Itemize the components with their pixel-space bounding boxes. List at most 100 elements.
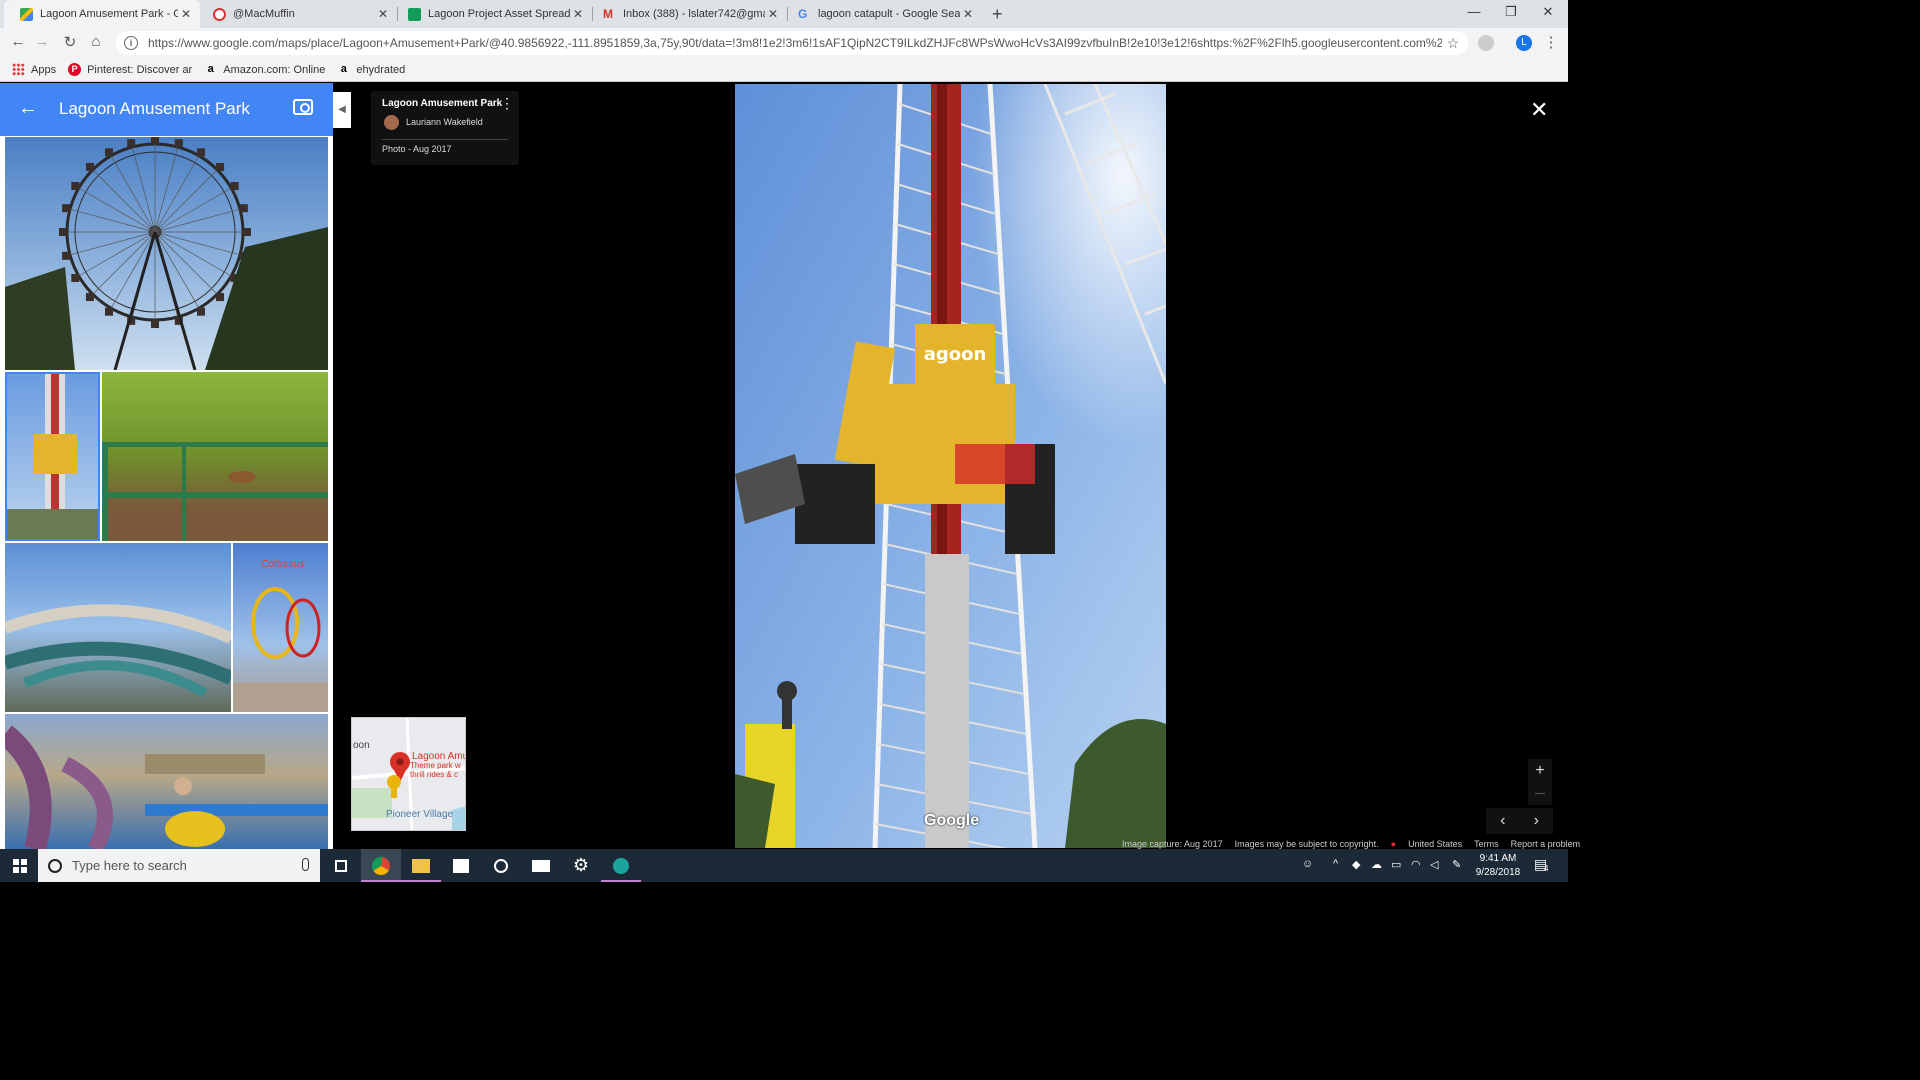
site-info-icon[interactable]: i xyxy=(124,36,138,50)
reload-icon[interactable]: ↻ xyxy=(60,33,80,51)
wifi-icon[interactable]: ◠ xyxy=(1411,858,1421,871)
clock-date: 9/28/2018 xyxy=(1475,867,1521,878)
taskbar-app[interactable] xyxy=(481,849,521,882)
search-placeholder: Type here to search xyxy=(72,858,187,873)
amazon-icon: a xyxy=(207,63,214,75)
apps-grid-icon xyxy=(12,63,25,76)
taskbar-settings[interactable]: ⚙ xyxy=(561,849,601,882)
home-icon[interactable]: ⌂ xyxy=(86,33,106,50)
windows-start-icon[interactable] xyxy=(13,859,27,873)
tab-title: Lagoon Amusement Park - Goog xyxy=(40,8,178,20)
main-photo-tower-ride[interactable]: agoon xyxy=(735,84,1166,848)
new-tab-button[interactable]: + xyxy=(992,4,1003,25)
google-icon: G xyxy=(798,6,808,21)
close-viewer-icon[interactable]: ✕ xyxy=(1530,97,1548,123)
minimize-icon[interactable]: — xyxy=(1464,4,1484,19)
bookmark-pinterest[interactable]: P Pinterest: Discover ar xyxy=(68,63,192,76)
extension-icon[interactable] xyxy=(1478,35,1494,51)
report-problem-link[interactable]: Report a problem xyxy=(1511,839,1581,849)
people-icon[interactable]: ☺ xyxy=(1302,858,1313,870)
volume-muted-icon[interactable]: ◁ xyxy=(1430,858,1438,871)
map-place-sub: thrill rides & c xyxy=(410,770,459,779)
collapse-panel-button[interactable]: ◀ xyxy=(333,92,351,128)
photo-date: Photo - Aug 2017 xyxy=(382,144,452,154)
close-tab-icon[interactable]: ✕ xyxy=(960,7,976,21)
notification-count: 4 xyxy=(1544,864,1549,873)
cloud-icon[interactable]: ☁ xyxy=(1371,858,1382,871)
google-logo-icon: ● xyxy=(1390,838,1397,849)
back-arrow-icon[interactable]: ← xyxy=(18,97,38,120)
map-footer: Image capture: Aug 2017 Images may be su… xyxy=(1122,838,1580,849)
store-icon xyxy=(453,858,469,873)
close-tab-icon[interactable]: ✕ xyxy=(178,7,194,21)
taskbar-app-teal[interactable] xyxy=(601,849,641,882)
photo-thumb-tower-selected[interactable] xyxy=(5,372,100,541)
microphone-icon[interactable] xyxy=(302,858,309,871)
svg-text:Colossus: Colossus xyxy=(261,559,305,570)
bookmark-ehydrated[interactable]: a ehydrated xyxy=(337,63,406,76)
map-village-label: Pioneer Village xyxy=(386,809,454,820)
photo-thumb-animal-enclosure[interactable] xyxy=(102,372,328,541)
next-photo-button[interactable]: › xyxy=(1520,808,1554,834)
previous-photo-button[interactable]: ‹ xyxy=(1486,808,1520,834)
tab-google-search[interactable]: G lagoon catapult - Google Search ✕ xyxy=(782,0,982,28)
taskbar-store[interactable] xyxy=(441,849,481,882)
more-options-icon[interactable]: ⋮ xyxy=(500,96,514,110)
address-bar[interactable]: i https://www.google.com/maps/place/Lago… xyxy=(116,31,1468,55)
menu-kebab-icon[interactable]: ⋮ xyxy=(1541,33,1561,51)
tab-lagoon-maps[interactable]: Lagoon Amusement Park - Goog ✕ xyxy=(4,0,200,28)
app-icon xyxy=(613,857,629,874)
place-name[interactable]: Lagoon Amusement Park xyxy=(382,98,502,109)
clock[interactable]: 9:41 AM 9/28/2018 xyxy=(1472,852,1524,880)
pinterest-icon: P xyxy=(68,63,82,76)
tab-spreadsheet[interactable]: Lagoon Project Asset Spreadshe ✕ xyxy=(392,0,592,28)
show-hidden-icons-icon[interactable]: ^ xyxy=(1333,858,1338,870)
profile-avatar[interactable]: L xyxy=(1516,35,1532,51)
zoom-in-button[interactable]: + xyxy=(1528,759,1552,782)
photo-thumb-octopus-ride[interactable] xyxy=(5,714,328,849)
tab-title: lagoon catapult - Google Search xyxy=(818,8,960,20)
terms-link[interactable]: Terms xyxy=(1474,839,1499,849)
photo-thumb-water-slides[interactable] xyxy=(5,543,231,712)
bookmarks-bar: Apps P Pinterest: Discover ar a Amazon.c… xyxy=(0,58,1568,82)
bookmark-apps[interactable]: Apps xyxy=(12,63,56,76)
mail-icon xyxy=(532,859,550,872)
minimap[interactable]: oon Lagoon Amu Theme park w thrill rides… xyxy=(351,717,466,831)
restore-icon[interactable]: ❐ xyxy=(1501,4,1521,20)
google-sheets-icon xyxy=(408,7,421,21)
region-link[interactable]: United States xyxy=(1408,839,1462,849)
bookmark-amazon[interactable]: a Amazon.com: Online xyxy=(204,63,326,76)
amazon-icon: a xyxy=(340,63,347,75)
battery-icon[interactable]: ▭ xyxy=(1391,858,1401,871)
taskbar-search-box[interactable]: Type here to search xyxy=(38,849,320,882)
tab-title: @MacMuffin xyxy=(233,8,295,20)
cortana-icon xyxy=(48,858,62,873)
taskbar-chrome[interactable] xyxy=(361,849,401,882)
close-tab-icon[interactable]: ✕ xyxy=(375,7,391,21)
taskbar-mail[interactable] xyxy=(521,849,561,882)
tab-title: Inbox (388) - lslater742@gmail.cc xyxy=(623,8,765,20)
forward-icon[interactable]: → xyxy=(32,33,52,50)
tab-macmuffin[interactable]: @MacMuffin ✕ xyxy=(197,0,397,28)
bookmark-star-icon[interactable]: ☆ xyxy=(1442,35,1464,52)
zoom-controls: + — xyxy=(1528,759,1552,805)
task-view-icon[interactable] xyxy=(321,849,361,882)
author-name[interactable]: Lauriann Wakefield xyxy=(406,117,483,127)
dropbox-icon[interactable]: ◆ xyxy=(1352,858,1360,871)
bookmark-label: ehydrated xyxy=(356,63,406,76)
close-tab-icon[interactable]: ✕ xyxy=(570,7,586,21)
photo-thumb-coaster-loops[interactable]: Colossus xyxy=(233,543,328,712)
window-close-icon[interactable]: ✕ xyxy=(1538,4,1558,20)
svg-text:agoon: agoon xyxy=(924,344,987,365)
add-photo-camera-icon[interactable] xyxy=(293,99,313,115)
zoom-out-button[interactable]: — xyxy=(1528,782,1552,805)
copyright-text: Images may be subject to copyright. xyxy=(1234,838,1379,849)
author-avatar[interactable] xyxy=(384,115,399,130)
tab-gmail[interactable]: M Inbox (388) - lslater742@gmail.cc ✕ xyxy=(587,0,787,28)
back-icon[interactable]: ← xyxy=(8,33,28,50)
photo-thumb-ferris-wheel[interactable] xyxy=(5,137,328,370)
taskbar-file-explorer[interactable] xyxy=(401,849,441,882)
photo-info-card: Lagoon Amusement Park ⋮ Lauriann Wakefie… xyxy=(371,91,519,165)
close-tab-icon[interactable]: ✕ xyxy=(765,7,781,21)
pen-icon[interactable]: ✎ xyxy=(1452,858,1461,871)
